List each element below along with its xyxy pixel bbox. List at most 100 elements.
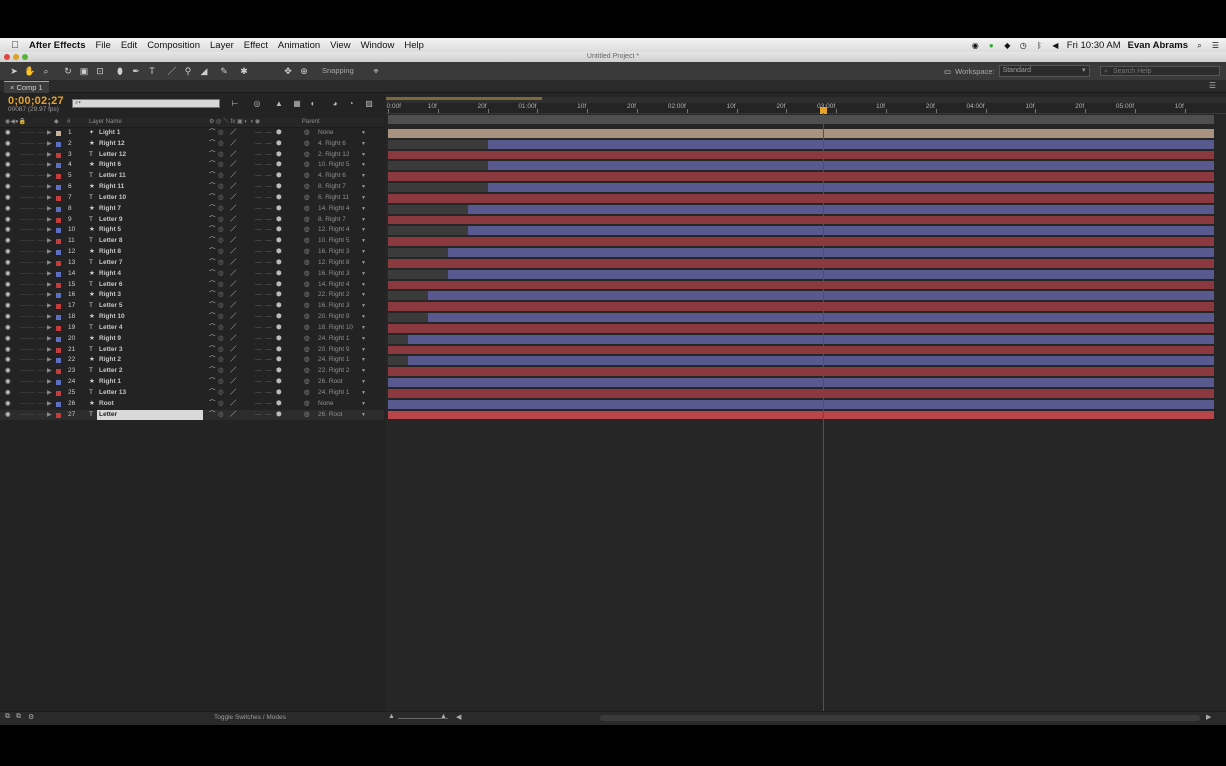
layer-name[interactable]: Right 4	[99, 269, 121, 280]
quality-switch-icon[interactable]: ／	[230, 139, 237, 150]
layer-name[interactable]: Letter 12	[99, 150, 126, 161]
pick-whip-icon[interactable]: ◎	[304, 225, 310, 236]
chevron-down-icon[interactable]: ▼	[361, 323, 366, 334]
layer-row[interactable]: ◉ —— —— ▶ 22 ★ Right 2 ⌒ ◎ ／ — — ⬢ ◎ 24. Right 1 ▼	[0, 355, 384, 366]
chevron-down-icon[interactable]: ▼	[361, 355, 366, 366]
twirl-arrow-icon[interactable]: ▶	[47, 160, 52, 171]
shy-switch-icon[interactable]: ⌒	[209, 377, 216, 388]
twirl-arrow-icon[interactable]: ▶	[47, 377, 52, 388]
layer-duration-bar[interactable]	[488, 161, 1214, 171]
pick-whip-icon[interactable]: ◎	[304, 280, 310, 291]
twirl-arrow-icon[interactable]: ▶	[47, 171, 52, 182]
twirl-arrow-icon[interactable]: ▶	[47, 312, 52, 323]
shy-switch-icon[interactable]: ⌒	[209, 388, 216, 399]
effect-switches[interactable]: — —	[255, 258, 273, 269]
snapping-options-icon[interactable]: ⌖	[370, 65, 382, 77]
quality-switch-icon[interactable]: ／	[230, 410, 237, 421]
effect-switches[interactable]: — —	[255, 193, 273, 204]
3d-layer-switch-icon[interactable]: ⬢	[276, 399, 282, 410]
collapse-switch-icon[interactable]: ◎	[218, 388, 224, 399]
search-help-input[interactable]: ⌕ Search Help	[1100, 66, 1220, 76]
quality-switch-icon[interactable]: ／	[230, 204, 237, 215]
layer-duration-bar[interactable]	[388, 172, 1214, 182]
brainstorm-icon[interactable]: ▨	[364, 99, 374, 109]
quality-switch-icon[interactable]: ／	[230, 388, 237, 399]
twirl-arrow-icon[interactable]: ▶	[47, 334, 52, 345]
eye-icon[interactable]: ◉	[5, 139, 11, 150]
quality-switch-icon[interactable]: ／	[230, 280, 237, 291]
layer-name[interactable]: Right 6	[99, 160, 121, 171]
effect-switches[interactable]: — —	[255, 399, 273, 410]
effect-switches[interactable]: — —	[255, 345, 273, 356]
twirl-arrow-icon[interactable]: ▶	[47, 258, 52, 269]
menu-composition[interactable]: Composition	[144, 40, 207, 51]
label-color-swatch[interactable]	[56, 325, 61, 331]
shy-switch-icon[interactable]: ⌒	[209, 323, 216, 334]
pick-whip-icon[interactable]: ◎	[304, 215, 310, 226]
twirl-arrow-icon[interactable]: ▶	[47, 388, 52, 399]
shy-switch-icon[interactable]: ⌒	[209, 204, 216, 215]
snapping-toggle[interactable]: Snapping	[322, 66, 354, 75]
collapse-switch-icon[interactable]: ◎	[218, 410, 224, 421]
parent-select[interactable]: 10. Right 5	[318, 236, 360, 247]
layer-row[interactable]: ◉ —— —— ▶ 6 ★ Right 11 ⌒ ◎ ／ — — ⬢ ◎ 8. Right 7 ▼	[0, 182, 384, 193]
eye-icon[interactable]: ◉	[5, 345, 11, 356]
live-update-icon[interactable]: ◎	[252, 99, 262, 109]
parent-select[interactable]: 12. Right 8	[318, 258, 360, 269]
zoom-in-icon[interactable]: ▲	[440, 713, 447, 720]
menu-file[interactable]: File	[93, 40, 118, 51]
layer-duration-bar[interactable]	[448, 269, 1214, 279]
menu-edit[interactable]: Edit	[118, 40, 144, 51]
layer-row[interactable]: ◉ —— —— ▶ 24 ★ Right 1 ⌒ ◎ ／ — — ⬢ ◎ 26. Root ▼	[0, 377, 384, 388]
rotation-tool-icon[interactable]: ↻	[62, 65, 74, 77]
eye-icon[interactable]: ◉	[5, 290, 11, 301]
status-dot-icon[interactable]: ●	[987, 41, 996, 50]
pan-behind-tool-icon[interactable]: ⊡	[94, 65, 106, 77]
playhead-line[interactable]	[823, 113, 824, 711]
collapse-switch-icon[interactable]: ◎	[218, 247, 224, 258]
shy-switch-icon[interactable]: ⌒	[209, 215, 216, 226]
layer-name[interactable]: Letter 7	[99, 258, 122, 269]
3d-layer-switch-icon[interactable]: ⬢	[276, 215, 282, 226]
brush-tool-icon[interactable]: ／	[166, 65, 178, 77]
layer-row[interactable]: ◉ —— —— ▶ 19 T Letter 4 ⌒ ◎ ／ — — ⬢ ◎ 18. Right 10 ▼	[0, 323, 384, 334]
shy-switch-icon[interactable]: ⌒	[209, 410, 216, 421]
quality-switch-icon[interactable]: ／	[230, 150, 237, 161]
parent-select[interactable]: 26. Root	[318, 410, 360, 421]
parent-select[interactable]: 6. Right 11	[318, 193, 360, 204]
effect-switches[interactable]: — —	[255, 388, 273, 399]
layer-duration-bar[interactable]	[468, 204, 1214, 214]
chevron-down-icon[interactable]: ▼	[361, 247, 366, 258]
3d-layer-switch-icon[interactable]: ⬢	[276, 150, 282, 161]
3d-layer-switch-icon[interactable]: ⬢	[276, 280, 282, 291]
collapse-switch-icon[interactable]: ◎	[218, 182, 224, 193]
layer-row[interactable]: ◉ —— —— ▶ 2 ★ Right 12 ⌒ ◎ ／ — — ⬢ ◎ 4. Right 6 ▼	[0, 139, 384, 150]
label-color-swatch[interactable]	[56, 282, 61, 288]
layer-duration-bar[interactable]	[388, 193, 1214, 203]
effect-switches[interactable]: — —	[255, 366, 273, 377]
chevron-down-icon[interactable]: ▼	[361, 399, 366, 410]
layer-row[interactable]: ◉ —— —— ▶ 25 T Letter 13 ⌒ ◎ ／ — — ⬢ ◎ 24. Right 1 ▼	[0, 388, 384, 399]
effect-switches[interactable]: — —	[255, 377, 273, 388]
pick-whip-icon[interactable]: ◎	[304, 204, 310, 215]
layer-row[interactable]: ◉ —— —— ▶ 7 T Letter 10 ⌒ ◎ ／ — — ⬢ ◎ 6. Right 11 ▼	[0, 193, 384, 204]
label-color-swatch[interactable]	[56, 401, 61, 407]
3d-layer-switch-icon[interactable]: ⬢	[276, 225, 282, 236]
layer-row[interactable]: ◉ —— —— ▶ 14 ★ Right 4 ⌒ ◎ ／ — — ⬢ ◎ 16. Right 3 ▼	[0, 269, 384, 280]
zoom-out-icon[interactable]: ▲	[388, 713, 395, 720]
eye-icon[interactable]: ◉	[5, 236, 11, 247]
label-color-swatch[interactable]	[56, 347, 61, 353]
parent-select[interactable]: None	[318, 128, 360, 139]
type-tool-icon[interactable]: T	[146, 65, 158, 77]
roto-brush-tool-icon[interactable]: ✎	[218, 65, 230, 77]
shy-switch-icon[interactable]: ⌒	[209, 236, 216, 247]
zoom-window-icon[interactable]	[22, 54, 28, 60]
shy-switch-icon[interactable]: ⌒	[209, 280, 216, 291]
layer-name[interactable]: Right 5	[99, 225, 121, 236]
eye-icon[interactable]: ◉	[5, 399, 11, 410]
eye-icon[interactable]: ◉	[5, 301, 11, 312]
layer-duration-bar[interactable]	[388, 302, 1214, 312]
shy-switch-icon[interactable]: ⌒	[209, 139, 216, 150]
layer-row[interactable]: ◉ —— —— ▶ 11 T Letter 8 ⌒ ◎ ／ — — ⬢ ◎ 10. Right 5 ▼	[0, 236, 384, 247]
collapse-switch-icon[interactable]: ◎	[218, 345, 224, 356]
